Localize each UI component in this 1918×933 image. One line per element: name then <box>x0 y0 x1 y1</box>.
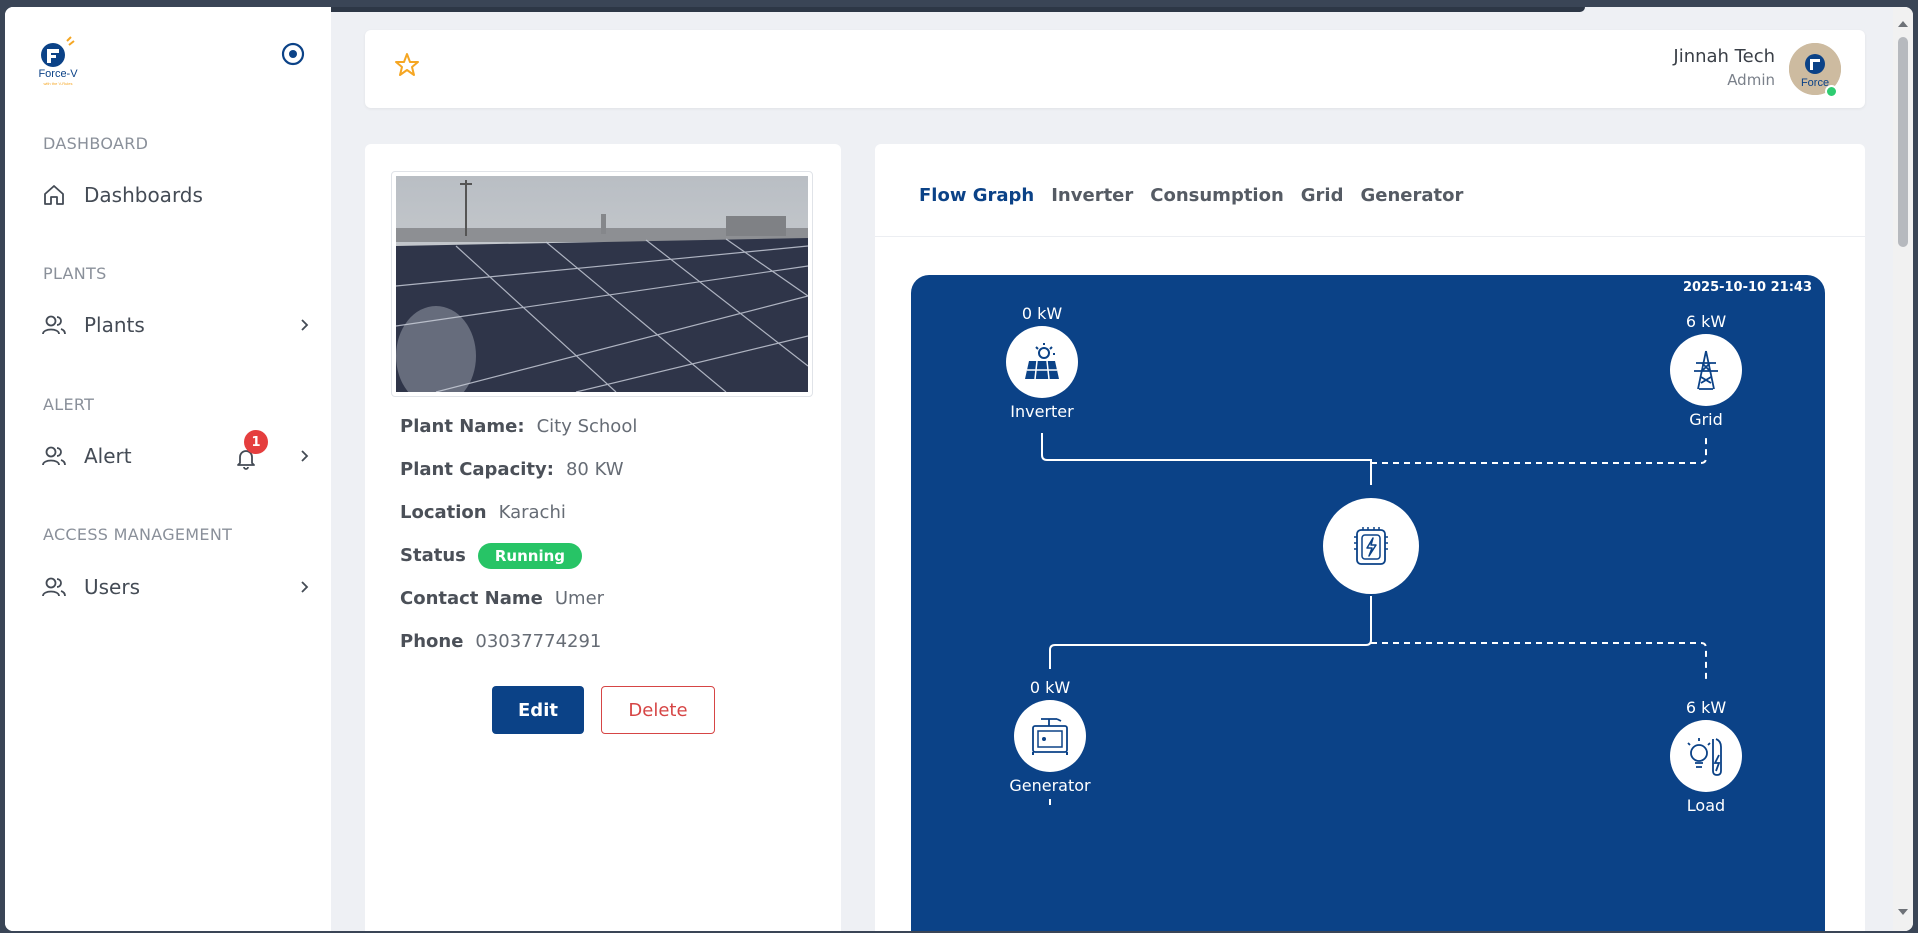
online-status-dot <box>1825 85 1838 98</box>
notification-badge: 1 <box>244 430 268 454</box>
sidebar-item-label: Alert <box>84 444 132 468</box>
status-row: Status Running <box>400 543 583 569</box>
force-v-logo[interactable]: Force-V with the V-Rules <box>31 35 85 89</box>
grid-node[interactable] <box>1670 334 1742 406</box>
generator-icon <box>1032 718 1068 755</box>
chevron-right-icon <box>301 319 309 331</box>
tab-inverter[interactable]: Inverter <box>1051 185 1133 206</box>
svg-text:with the V-Rules: with the V-Rules <box>44 81 73 86</box>
sidebar-item-dashboards[interactable]: Dashboards <box>41 175 311 215</box>
star-icon[interactable] <box>393 51 421 79</box>
target-icon[interactable] <box>280 41 306 67</box>
inverter-label: Inverter <box>1010 402 1074 421</box>
bulb-plug-icon <box>1687 738 1722 776</box>
plant-name-row: Plant Name: City School <box>400 416 637 437</box>
users-icon <box>42 577 66 597</box>
tab-generator[interactable]: Generator <box>1361 185 1464 206</box>
phone-row: Phone 03037774291 <box>400 631 601 652</box>
top-header: Jinnah Tech Admin Force <box>365 30 1865 108</box>
power-tower-icon <box>1694 350 1718 390</box>
plant-capacity-label: Plant Capacity: <box>400 459 554 480</box>
home-icon <box>44 185 64 205</box>
plant-name-label: Plant Name: <box>400 416 525 437</box>
section-title-alert: ALERT <box>43 395 95 414</box>
scroll-down-arrow[interactable] <box>1897 907 1909 917</box>
sidebar-item-plants[interactable]: Plants <box>41 305 311 345</box>
generator-node[interactable] <box>1014 700 1086 772</box>
generator-label: Generator <box>1009 776 1091 795</box>
location-row: Location Karachi <box>400 502 566 523</box>
status-badge: Running <box>477 543 583 569</box>
plant-name-value: City School <box>536 416 638 437</box>
generator-value: 0 kW <box>1029 678 1071 697</box>
location-label: Location <box>400 502 487 523</box>
app-window: Force-V with the V-Rules DASHBOARD Dashb… <box>5 7 1913 931</box>
user-role: Admin <box>1727 71 1775 89</box>
sidebar-item-label: Plants <box>84 313 145 337</box>
page-scrollbar[interactable] <box>1893 7 1913 931</box>
load-label: Load <box>1686 796 1726 815</box>
plant-capacity-value: 80 KW <box>565 459 624 480</box>
load-value: 6 kW <box>1685 698 1727 717</box>
load-node[interactable] <box>1670 720 1742 792</box>
battery-hub-node[interactable] <box>1323 498 1419 594</box>
flow-card: Flow Graph Inverter Consumption Grid Gen… <box>875 144 1865 931</box>
inverter-value: 0 kW <box>1021 304 1063 323</box>
sidebar: Force-V with the V-Rules DASHBOARD Dashb… <box>5 7 331 931</box>
chevron-right-icon <box>301 450 309 462</box>
users-icon <box>42 446 66 466</box>
chevron-right-icon <box>301 581 309 593</box>
plant-details-card: Plant Name: City School Plant Capacity: 80… <box>365 144 841 931</box>
grid-value: 6 kW <box>1685 312 1727 331</box>
inverter-node[interactable] <box>1006 326 1078 398</box>
phone-value: 03037774291 <box>475 631 602 652</box>
tab-consumption[interactable]: Consumption <box>1150 185 1284 206</box>
sidebar-item-label: Dashboards <box>84 183 203 207</box>
tab-grid[interactable]: Grid <box>1301 185 1344 206</box>
flow-tabs: Flow Graph Inverter Consumption Grid Gen… <box>919 185 1463 206</box>
section-title-dashboard: DASHBOARD <box>43 134 149 153</box>
plant-capacity-row: Plant Capacity: 80 KW <box>400 459 624 480</box>
svg-text:Force: Force <box>1801 77 1829 89</box>
user-name: Jinnah Tech <box>1673 46 1775 67</box>
delete-button[interactable]: Delete <box>601 686 715 734</box>
plant-photo <box>391 171 813 397</box>
sidebar-item-label: Users <box>84 575 141 599</box>
location-value: Karachi <box>498 502 566 523</box>
sidebar-item-users[interactable]: Users <box>41 567 311 607</box>
sidebar-item-alert[interactable]: Alert 1 <box>41 430 311 476</box>
section-title-access-management: ACCESS MANAGEMENT <box>43 525 233 544</box>
scroll-thumb[interactable] <box>1898 37 1908 247</box>
scroll-up-arrow[interactable] <box>1897 19 1909 29</box>
users-icon <box>42 315 66 335</box>
phone-label: Phone <box>400 631 464 652</box>
tab-flow-graph[interactable]: Flow Graph <box>919 185 1034 206</box>
section-title-plants: PLANTS <box>43 264 107 283</box>
contact-label: Contact Name <box>400 588 543 609</box>
solar-panel-icon <box>1025 343 1059 380</box>
svg-text:Force-V: Force-V <box>38 68 78 80</box>
battery-inverter-icon <box>1354 527 1388 565</box>
contact-row: Contact Name Umer <box>400 588 604 609</box>
contact-value: Umer <box>554 588 605 609</box>
status-label: Status <box>400 545 466 566</box>
tab-divider <box>875 236 1865 237</box>
edit-button[interactable]: Edit <box>492 686 584 734</box>
flow-graph-panel: 2025-10-10 21:43 0 kW Inverter 6 kW Grid… <box>911 275 1825 931</box>
grid-label: Grid <box>1689 410 1723 429</box>
